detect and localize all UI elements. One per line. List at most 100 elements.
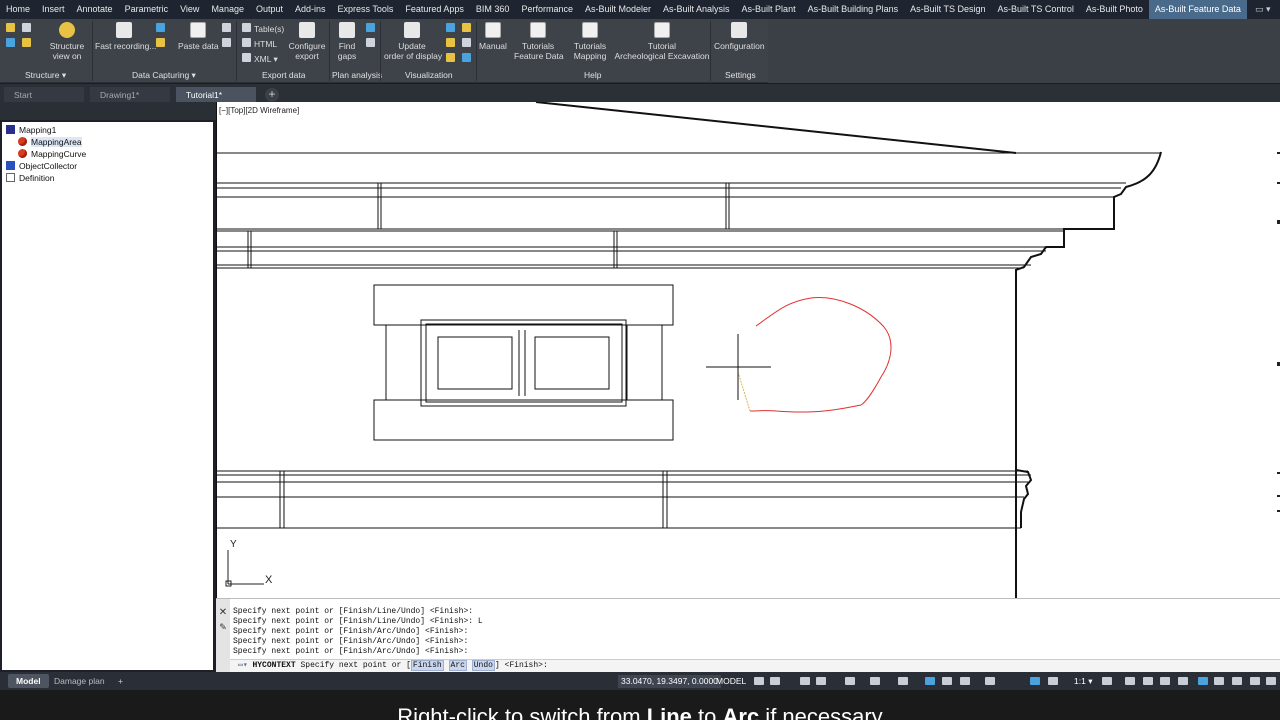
close-small-icon[interactable] xyxy=(222,38,231,47)
command-line-input[interactable]: ▭▾ HYCONTEXT Specify next point or [Fini… xyxy=(230,659,1280,672)
otrack-icon[interactable] xyxy=(870,677,880,685)
tree-item-mapping-curve[interactable]: MappingCurve xyxy=(18,148,86,160)
capture-small-icon[interactable] xyxy=(156,38,165,47)
new-tab-button[interactable]: + xyxy=(265,88,279,102)
tree-item-object-collector[interactable]: ObjectCollector xyxy=(6,160,77,172)
transparency-icon[interactable] xyxy=(925,677,935,685)
manual-button[interactable]: Manual xyxy=(479,22,507,51)
menu-tab-express-tools[interactable]: Express Tools xyxy=(332,0,400,19)
tutorials-feature-data-button[interactable]: Tutorials Feature Data xyxy=(514,22,564,61)
configuration-button[interactable]: Configuration xyxy=(714,22,765,51)
file-tab-start[interactable]: Start xyxy=(4,87,84,103)
find-gaps-button[interactable]: Find gaps xyxy=(336,22,358,61)
menu-tab-as-built-analysis[interactable]: As-Built Analysis xyxy=(657,0,736,19)
structure-small-icon[interactable] xyxy=(22,38,31,47)
3d-osnap-icon[interactable] xyxy=(960,677,970,685)
wrench-icon[interactable]: ✎ xyxy=(216,622,230,633)
quick-properties-icon[interactable] xyxy=(1178,677,1188,685)
history-line: Specify next point or [Finish/Arc/Undo] … xyxy=(233,627,469,636)
plan-small-icon[interactable] xyxy=(366,38,375,47)
structure-view-on-button[interactable]: Structure view on xyxy=(46,22,88,61)
coordinate-readout[interactable]: 33.0470, 19.3497, 0.0000 xyxy=(618,675,721,688)
drawing-canvas[interactable]: [−][Top][2D Wireframe] Y X xyxy=(216,102,1280,598)
hardware-acceleration-icon[interactable] xyxy=(1214,677,1224,685)
plan-small-icon[interactable] xyxy=(366,23,375,32)
osnap-icon[interactable] xyxy=(845,677,855,685)
menu-tab-featured-apps[interactable]: Featured Apps xyxy=(399,0,470,19)
polar-icon[interactable] xyxy=(816,677,826,685)
tutorial-archeological-button[interactable]: Tutorial Archeological Excavation xyxy=(614,22,710,61)
fast-recording-button[interactable]: Fast recording... xyxy=(95,22,156,51)
menu-tab-performance[interactable]: Performance xyxy=(515,0,579,19)
grid-icon[interactable] xyxy=(754,677,764,685)
model-space-button[interactable]: MODEL xyxy=(716,675,746,688)
menu-tab-as-built-ts-control[interactable]: As-Built TS Control xyxy=(992,0,1080,19)
menu-tab-output[interactable]: Output xyxy=(250,0,289,19)
option-undo[interactable]: Undo xyxy=(471,660,495,671)
tree-item-mapping1[interactable]: Mapping1 xyxy=(6,124,56,136)
clean-screen-icon[interactable] xyxy=(1232,677,1242,685)
layout-tab-damage-plan[interactable]: Damage plan xyxy=(46,674,113,688)
menu-tab-view[interactable]: View xyxy=(174,0,205,19)
selection-cycling-icon[interactable] xyxy=(942,677,952,685)
menu-tab-as-built-ts-design[interactable]: As-Built TS Design xyxy=(904,0,991,19)
menu-tab-insert[interactable]: Insert xyxy=(36,0,71,19)
visualization-small-icon[interactable] xyxy=(462,38,471,47)
menu-tab-home[interactable]: Home xyxy=(0,0,36,19)
visualization-small-icon[interactable] xyxy=(462,53,471,62)
snap-icon[interactable] xyxy=(770,677,780,685)
annotation-scale[interactable]: 1:1 ▾ xyxy=(1070,674,1096,688)
annotation-monitor-icon[interactable] xyxy=(1143,677,1153,685)
menu-tab-as-built-plant[interactable]: As-Built Plant xyxy=(736,0,802,19)
xml-button[interactable]: XML ▾ xyxy=(242,53,278,64)
tutorials-mapping-button[interactable]: Tutorials Mapping xyxy=(570,22,610,61)
capture-small-icon[interactable] xyxy=(222,23,231,32)
menu-tab-parametric[interactable]: Parametric xyxy=(119,0,175,19)
auto-scale-icon[interactable] xyxy=(1048,677,1058,685)
menu-tab-as-built-modeler[interactable]: As-Built Modeler xyxy=(579,0,657,19)
crosshair-cursor xyxy=(706,334,771,400)
menu-tab-as-built-photo[interactable]: As-Built Photo xyxy=(1080,0,1149,19)
visualization-small-icon[interactable] xyxy=(446,53,455,62)
ortho-icon[interactable] xyxy=(800,677,810,685)
ribbon-minimize-icon[interactable]: ▭ ▾ xyxy=(1255,4,1271,15)
capture-small-icon[interactable] xyxy=(156,23,165,32)
update-order-button[interactable]: Update order of display xyxy=(384,22,442,61)
visualization-small-icon[interactable] xyxy=(446,38,455,47)
dynamic-ucs-icon[interactable] xyxy=(985,677,995,685)
layout-tab-model[interactable]: Model xyxy=(8,674,49,688)
recording-icon xyxy=(116,22,132,38)
menu-tab-annotate[interactable]: Annotate xyxy=(71,0,119,19)
plus-icon[interactable] xyxy=(1125,677,1135,685)
visualization-small-icon[interactable] xyxy=(446,23,455,32)
gear-icon[interactable] xyxy=(1102,677,1112,685)
option-finish[interactable]: Finish xyxy=(410,660,444,671)
units-icon[interactable] xyxy=(1160,677,1170,685)
close-icon[interactable]: ✕ xyxy=(216,607,230,618)
file-tab-tutorial1[interactable]: Tutorial1* xyxy=(176,87,256,103)
add-layout-button[interactable]: + xyxy=(110,674,131,688)
structure-small-icon[interactable] xyxy=(6,38,15,47)
isolate-icon[interactable] xyxy=(1198,677,1208,685)
structure-small-icon[interactable] xyxy=(6,23,15,32)
lineweight-icon[interactable] xyxy=(898,677,908,685)
configure-export-button[interactable]: Configure export xyxy=(288,22,326,61)
tree-item-mapping-area[interactable]: MappingArea xyxy=(18,136,82,148)
menu-tab-as-built-feature-data[interactable]: As-Built Feature Data xyxy=(1148,0,1247,19)
paste-data-button[interactable]: Paste data xyxy=(178,22,219,51)
menu-tab-manage[interactable]: Manage xyxy=(205,0,250,19)
html-button[interactable]: HTML xyxy=(242,38,277,49)
option-arc[interactable]: Arc xyxy=(448,660,467,671)
visualization-small-icon[interactable] xyxy=(462,23,471,32)
menu-tab-bim-360[interactable]: BIM 360 xyxy=(470,0,516,19)
tree-item-definition[interactable]: Definition xyxy=(6,172,54,184)
structure-small-icon[interactable] xyxy=(22,23,31,32)
command-window-handle[interactable]: ✕ ✎ xyxy=(216,599,230,673)
annotation-visibility-icon[interactable] xyxy=(1030,677,1040,685)
file-tab-drawing1[interactable]: Drawing1* xyxy=(90,87,170,103)
menu-tab-as-built-building-plans[interactable]: As-Built Building Plans xyxy=(802,0,905,19)
menu-tab-add-ins[interactable]: Add-ins xyxy=(289,0,332,19)
workspace-icon[interactable] xyxy=(1250,677,1260,685)
customization-icon[interactable] xyxy=(1266,677,1276,685)
tables-button[interactable]: Table(s) xyxy=(242,23,284,34)
